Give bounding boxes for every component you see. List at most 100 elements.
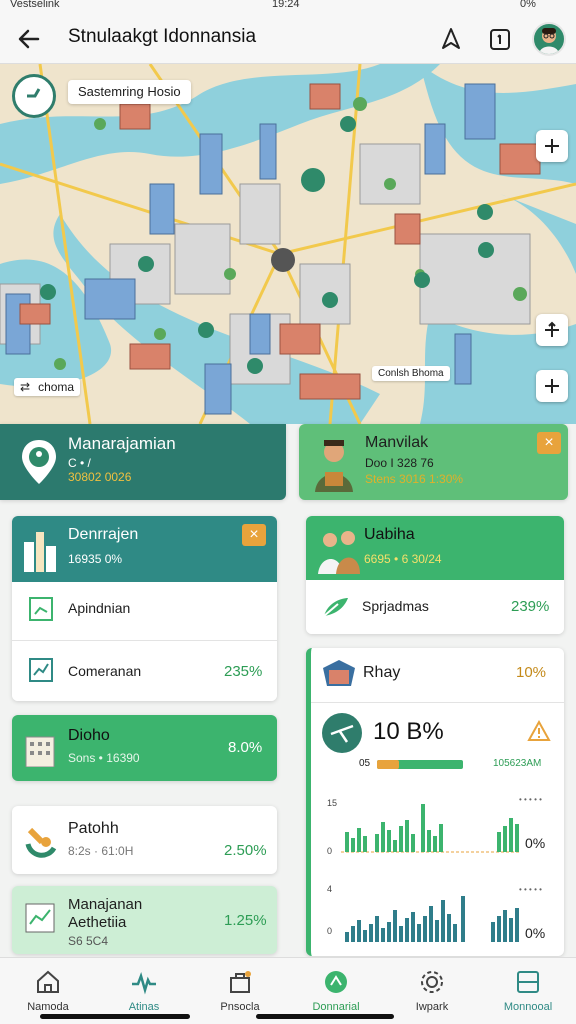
- map-label-left: ⇄ choma: [14, 378, 81, 396]
- people-icon: [318, 531, 360, 574]
- location-compass-icon[interactable]: [12, 74, 56, 118]
- chart1-top-label: • • • • •: [519, 795, 542, 804]
- list-item[interactable]: Sprjadmas 239%: [306, 580, 564, 634]
- card-uabiha[interactable]: Uabiha 6695 • 6 30/24 Sprjadmas 239%: [306, 516, 564, 634]
- airplane-icon: [322, 713, 362, 753]
- card-dioho[interactable]: Dioho Sons • 16390 8.0%: [12, 715, 277, 781]
- nav-label: Namoda: [27, 1001, 69, 1013]
- nav-label: Monnooal: [503, 1001, 553, 1013]
- carrier-label: Vestselink: [10, 0, 60, 10]
- card-denrrajen[interactable]: Denrrajen 16935 0% × Apindnian Comeranan…: [12, 516, 277, 701]
- map-canvas[interactable]: [0, 64, 576, 424]
- chart1-y-top: 15: [327, 798, 337, 808]
- card-d-title: Manajanan: [68, 896, 143, 913]
- card-a-subtitle: 16935 0%: [68, 552, 123, 566]
- building-icon: [25, 736, 55, 767]
- chart2-right-label: 0%: [525, 925, 545, 941]
- card-g-big-value: 10 B%: [373, 718, 444, 745]
- map-direction-button[interactable]: [536, 314, 568, 346]
- trend-chart-icon: [29, 658, 53, 682]
- home-indicator: [40, 1014, 190, 1019]
- city-buildings-icon: [24, 532, 56, 572]
- row-label: Apindnian: [68, 600, 131, 616]
- row-label: Comeranan: [68, 663, 142, 679]
- page-title: Stnulaakgt Idonnansia: [68, 26, 257, 47]
- hero-right-title: Manvilak: [365, 434, 429, 451]
- card-g-title: Rhay: [363, 664, 401, 681]
- hero-card-left[interactable]: Manarajamian C • / 30802 0026: [0, 424, 286, 500]
- hero-right-line1: Doo I 328 76: [365, 456, 434, 470]
- map-search-chip[interactable]: Sastemring Hosio: [68, 80, 191, 104]
- card-e-subtitle: 6695 • 6 30/24: [364, 552, 442, 566]
- book-icon: [517, 971, 539, 993]
- avatar[interactable]: [532, 22, 566, 56]
- map-label-right: Conlsh Bhoma: [372, 366, 450, 381]
- chart1-y-bottom: 0: [327, 846, 332, 856]
- top-app-bar: Stnulaakgt Idonnansia: [0, 14, 576, 64]
- progress-track: [377, 760, 463, 769]
- card-a-header: Denrrajen 16935 0% ×: [12, 516, 277, 582]
- hero-left-line2: 30802 0026: [68, 470, 132, 484]
- nav-label: Donnarial: [312, 1001, 360, 1013]
- warning-icon: [527, 720, 551, 741]
- nav-item-monnooal[interactable]: Monnooal: [480, 958, 576, 1024]
- map-zoom-in-button[interactable]: [536, 130, 568, 162]
- nav-label: Atinas: [128, 1001, 160, 1013]
- card-c-subtitle: 8:2s · 61:0H: [68, 844, 134, 858]
- card-b-title: Dioho: [68, 727, 110, 744]
- card-b-subtitle: Sons • 16390: [68, 751, 140, 765]
- chart2-bars: [345, 896, 519, 942]
- list-item[interactable]: Apindnian: [12, 582, 277, 640]
- nav-label: Iwpark: [415, 1001, 449, 1013]
- compass-icon: [325, 971, 347, 993]
- battery-label: 0%: [520, 0, 536, 10]
- card-manajanan[interactable]: Manajanan Aethetiia S6 5C4 1.25%: [12, 886, 277, 954]
- hero-card-right[interactable]: Manvilak Doo I 328 76 Stens 3016 1:30% ×: [299, 424, 568, 500]
- card-e-header: Uabiha 6695 • 6 30/24: [306, 516, 564, 580]
- card-rhay[interactable]: Rhay 10% 10 B% 05 105623AM 15 0 • • • • …: [306, 648, 564, 956]
- navigation-arrow-icon[interactable]: [436, 24, 466, 54]
- document-chart-icon: [29, 597, 53, 621]
- progress-right-label: 105623AM: [493, 758, 542, 769]
- location-pin-icon: [22, 440, 56, 484]
- arrow-left-icon[interactable]: [14, 24, 44, 54]
- card-patohh[interactable]: Patohh 8:2s · 61:0H 2.50%: [12, 806, 277, 874]
- close-icon[interactable]: ×: [242, 524, 266, 546]
- card-c-title: Patohh: [68, 820, 119, 837]
- card-c-value: 2.50%: [224, 842, 267, 859]
- progress-left-label: 05: [359, 758, 371, 769]
- chart2-top-label: • • • • •: [519, 885, 542, 894]
- close-icon[interactable]: ×: [537, 432, 561, 454]
- home-indicator-secondary: [256, 1014, 394, 1019]
- analytics-chart-icon: [25, 903, 55, 933]
- card-d-title2: Aethetiia: [68, 914, 127, 931]
- card-d-subtitle: S6 5C4: [68, 934, 109, 948]
- chart1-bars: [345, 804, 519, 852]
- card-g-value: 10%: [516, 664, 547, 681]
- shop-icon: [323, 660, 355, 686]
- card-f-value: 239%: [511, 598, 550, 615]
- map-add-button[interactable]: [536, 370, 568, 402]
- card-f-label: Sprjadmas: [362, 598, 429, 614]
- city-map[interactable]: Sastemring Hosio ⇄ choma Conlsh Bhoma: [0, 64, 576, 424]
- chart2-y-bottom: 0: [327, 926, 332, 936]
- bar-chart-2: 4 0 • • • • • 0%: [327, 884, 545, 942]
- home-icon: [37, 970, 59, 993]
- hero-left-title: Manarajamian: [68, 434, 176, 453]
- row-value: 235%: [224, 663, 263, 680]
- status-bar: Vestselink 19:24 0%: [0, 0, 576, 14]
- clock-label: 19:24: [272, 0, 300, 10]
- chart1-right-label: 0%: [525, 835, 545, 851]
- bag-icon: [230, 971, 251, 993]
- gear-icon: [421, 971, 443, 993]
- list-item[interactable]: Comeranan 235%: [12, 641, 277, 701]
- card-e-title: Uabiha: [364, 526, 415, 543]
- nav-item-iwpark[interactable]: Iwpark: [384, 958, 480, 1024]
- pie-segment-icon: [25, 827, 57, 858]
- notification-icon[interactable]: [485, 24, 515, 54]
- card-d-value: 1.25%: [224, 912, 267, 929]
- bar-chart-1: 15 0 • • • • • 0%: [327, 795, 545, 856]
- activity-icon: [132, 972, 156, 995]
- hero-right-line2: Stens 3016 1:30%: [365, 472, 464, 486]
- worker-avatar-icon: [315, 440, 353, 492]
